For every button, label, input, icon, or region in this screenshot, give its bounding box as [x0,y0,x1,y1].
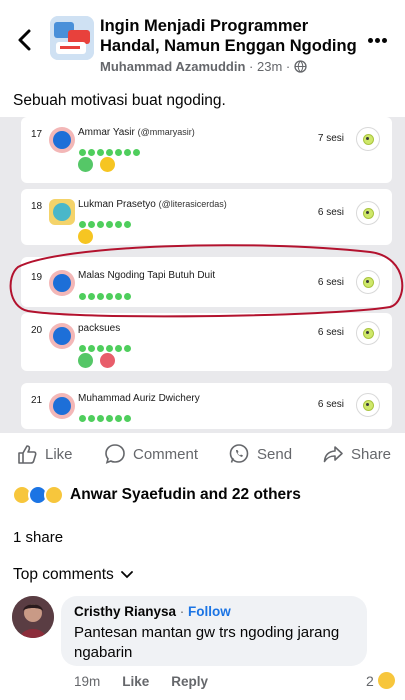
comment-reply-button[interactable]: Reply [171,674,208,689]
thumbs-up-icon [18,445,37,464]
back-arrow-icon[interactable] [14,28,36,52]
post-meta: Muhammad Azamuddin · 23m · [100,59,307,76]
like-label: Like [45,445,73,463]
share-arrow-icon [323,446,343,463]
comment-like-button[interactable]: Like [122,674,149,689]
comment-text: Pantesan mantan gw trs ngoding jarang ng… [74,624,340,661]
reactions-text: Anwar Syaefudin and 22 others [70,486,301,503]
share-button[interactable]: Share [322,436,391,472]
comment-reaction-count: 2 [366,672,374,689]
whatsapp-icon [229,444,249,463]
share-label: Share [351,445,392,463]
follow-button[interactable]: Follow [188,604,231,619]
highlight-circle [9,244,404,318]
post-text: Sebuah motivasi buat ngoding. [13,92,226,109]
comment-author[interactable]: Cristhy Rianysa [74,604,176,619]
send-label: Send [257,445,293,463]
share-count[interactable]: 1 share [13,529,63,546]
post-time[interactable]: 23m [257,59,282,74]
comment-label: Comment [133,445,199,463]
comment-footer: 19m Like Reply [74,674,230,689]
post-header: Ingin Menjadi Programmer Handal, Namun E… [0,0,405,85]
reactions-summary[interactable]: Anwar Syaefudin and 22 others [12,484,301,506]
comment-bubble-icon [105,444,125,464]
comment-button[interactable]: Comment [104,436,198,472]
care-reaction-icon [44,485,64,505]
haha-reaction-icon [377,672,395,689]
group-title[interactable]: Ingin Menjadi Programmer Handal, Namun E… [100,16,360,56]
chevron-down-icon [120,571,133,579]
send-button[interactable]: Send [228,436,292,472]
commenter-avatar[interactable] [12,596,54,638]
comment-sort-dropdown[interactable]: Top comments [13,566,133,584]
more-options-icon[interactable] [368,30,392,46]
post-actions: Like Comment Send Share [0,436,405,474]
like-button[interactable]: Like [16,436,73,472]
comment-header: Cristhy Rianysa · Follow [74,604,231,619]
comment-separator: · [176,604,189,619]
comment-sort-label: Top comments [13,566,114,583]
globe-icon [294,60,307,76]
comment-reactions[interactable]: 2 [366,672,395,689]
comment-bubble: Cristhy Rianysa · Follow Pantesan mantan… [61,596,367,666]
author-name[interactable]: Muhammad Azamuddin [100,59,245,74]
group-avatar[interactable] [50,16,94,60]
comment-time[interactable]: 19m [74,674,100,689]
post-image-leaderboard[interactable]: 17 Ammar Yasir (@mmaryasir) 7 sesi 18 Lu… [0,117,405,433]
